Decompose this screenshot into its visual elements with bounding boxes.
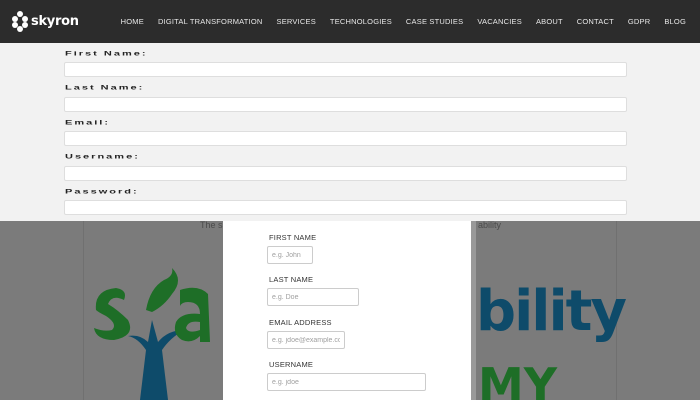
email-label: Email: — [65, 119, 111, 127]
modal-username-input[interactable] — [267, 373, 426, 391]
partner-logo-text: bility — [476, 279, 627, 344]
modal-last-name-input[interactable] — [267, 288, 359, 306]
nav-item-about[interactable]: ABOUT — [536, 17, 563, 26]
first-name-label: First Name: — [65, 50, 148, 58]
last-name-field[interactable] — [64, 97, 627, 112]
password-field[interactable] — [64, 200, 627, 215]
nav-item-digital-transformation[interactable]: DIGITAL TRANSFORMATION — [158, 17, 263, 26]
main-nav: HOME DIGITAL TRANSFORMATION SERVICES TEC… — [121, 0, 686, 43]
nav-item-blog[interactable]: BLOG — [664, 17, 686, 26]
background-tagline: ability — [478, 220, 502, 230]
brand-name: skyron — [31, 13, 79, 29]
modal-last-name-label: LAST NAME — [269, 275, 314, 284]
nav-item-technologies[interactable]: TECHNOLOGIES — [330, 17, 392, 26]
password-label: Password: — [65, 188, 139, 196]
modal-email-input[interactable] — [267, 331, 345, 349]
first-name-field[interactable] — [64, 62, 627, 77]
email-field[interactable] — [64, 131, 627, 146]
nav-item-contact[interactable]: CONTACT — [577, 17, 614, 26]
nav-item-gdpr[interactable]: GDPR — [628, 17, 650, 26]
modal-username-label: USERNAME — [269, 360, 314, 369]
nav-item-home[interactable]: HOME — [121, 17, 144, 26]
modal-email-label: EMAIL ADDRESS — [269, 318, 332, 327]
site-header: skyron HOME DIGITAL TRANSFORMATION SERVI… — [0, 0, 700, 43]
background-tagline: The s — [200, 220, 223, 230]
brand-logo[interactable]: skyron — [12, 10, 79, 32]
partner-logo-subtext: MY — [478, 358, 558, 400]
partner-logo-tree — [88, 250, 223, 400]
registration-form-large: First Name: Last Name: Email: Username: … — [0, 43, 700, 221]
last-name-label: Last Name: — [65, 84, 145, 92]
registration-modal: FIRST NAME LAST NAME EMAIL ADDRESS USERN… — [223, 221, 471, 400]
modal-first-name-input[interactable] — [267, 246, 313, 264]
modal-first-name-label: FIRST NAME — [269, 233, 317, 242]
background-divider — [83, 221, 84, 400]
skyron-logo-icon — [12, 11, 28, 32]
username-label: Username: — [65, 153, 140, 161]
nav-item-services[interactable]: SERVICES — [277, 17, 316, 26]
nav-item-vacancies[interactable]: VACANCIES — [477, 17, 522, 26]
nav-item-case-studies[interactable]: CASE STUDIES — [406, 17, 463, 26]
username-field[interactable] — [64, 166, 627, 181]
